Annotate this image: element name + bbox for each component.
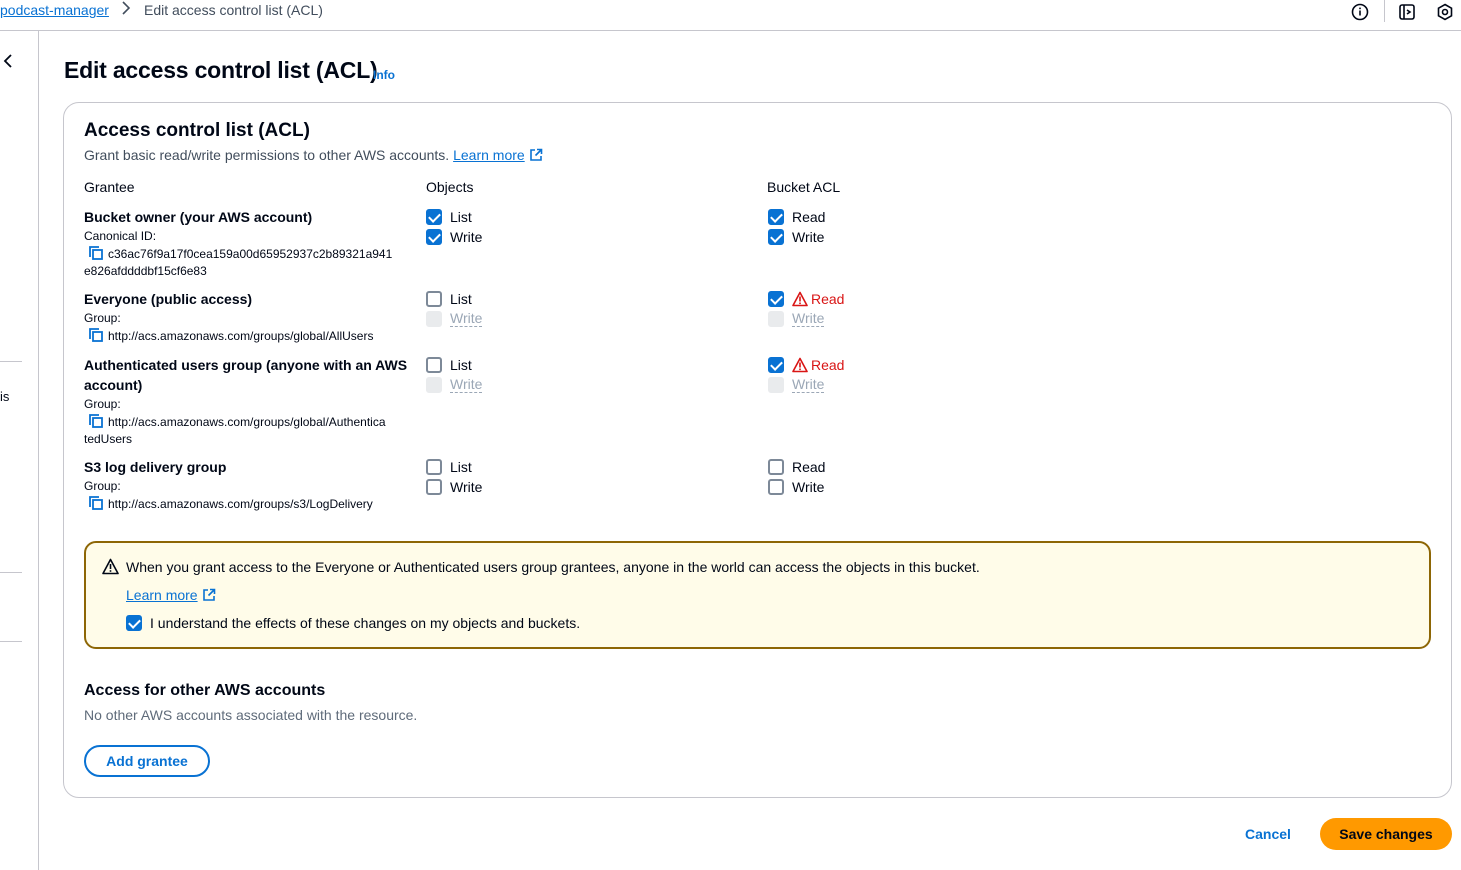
- save-changes-button[interactable]: Save changes: [1320, 818, 1452, 850]
- checkbox[interactable]: [426, 479, 442, 495]
- owner-objects-write[interactable]: Write: [426, 228, 482, 246]
- top-bar: podcast-manager Edit access control list…: [0, 0, 1461, 31]
- everyone-bucket-read[interactable]: Read: [768, 290, 844, 308]
- grantee-id: http://acs.amazonaws.com/groups/global/A…: [88, 327, 373, 345]
- column-header-objects: Objects: [426, 179, 474, 195]
- warning-text: When you grant access to the Everyone or…: [126, 559, 980, 575]
- authenticated-bucket-write: Write: [768, 376, 825, 394]
- copy-icon[interactable]: [88, 327, 104, 343]
- grantee-id: c36ac76f9a17f0cea159a00d65952937c2b89321…: [88, 245, 392, 263]
- checkbox[interactable]: [426, 291, 442, 307]
- checkbox[interactable]: [426, 209, 442, 225]
- other-accounts-description: No other AWS accounts associated with th…: [84, 707, 418, 723]
- column-header-grantee: Grantee: [84, 179, 135, 195]
- everyone-objects-write: Write: [426, 310, 483, 328]
- rail-divider: [0, 361, 22, 362]
- grantee-id: http://acs.amazonaws.com/groups/s3/LogDe…: [88, 495, 373, 513]
- other-accounts-title: Access for other AWS accounts: [84, 682, 326, 699]
- info-link[interactable]: Info: [373, 68, 395, 82]
- owner-bucket-write[interactable]: Write: [768, 228, 824, 246]
- grantee-name: Authenticated users group (anyone with a…: [84, 357, 408, 373]
- authenticated-objects-write: Write: [426, 376, 483, 394]
- breadcrumb-current: Edit access control list (ACL): [144, 2, 323, 18]
- logdelivery-bucket-write[interactable]: Write: [768, 478, 824, 496]
- cancel-button[interactable]: Cancel: [1233, 818, 1303, 850]
- acl-description-text: Grant basic read/write permissions to ot…: [84, 147, 450, 163]
- add-grantee-button[interactable]: Add grantee: [84, 745, 210, 777]
- acl-section-title: Access control list (ACL): [84, 120, 310, 141]
- left-rail: is: [0, 31, 39, 870]
- learn-more-link[interactable]: Learn more: [453, 147, 543, 163]
- checkbox[interactable]: [768, 209, 784, 225]
- warning-icon: [102, 558, 119, 575]
- page-title: Edit access control list (ACL): [64, 57, 378, 83]
- grantee-id-label: Canonical ID:: [84, 229, 157, 243]
- grantee-id-label: Group:: [84, 311, 121, 325]
- rail-divider: [0, 572, 22, 573]
- checkbox[interactable]: [126, 615, 142, 631]
- breadcrumb-separator: [121, 1, 131, 19]
- copy-icon[interactable]: [88, 413, 104, 429]
- chevron-right-icon: [122, 1, 131, 15]
- acknowledge-checkbox[interactable]: I understand the effects of these change…: [126, 614, 580, 632]
- checkbox-disabled: [768, 377, 784, 393]
- acl-section-description: Grant basic read/write permissions to ot…: [84, 147, 543, 163]
- warning-alert: [84, 541, 1431, 649]
- grantee-id-label: Group:: [84, 479, 121, 493]
- checkbox[interactable]: [768, 459, 784, 475]
- copy-icon[interactable]: [88, 495, 104, 511]
- checkbox-disabled: [426, 377, 442, 393]
- warning-icon: [792, 357, 808, 373]
- column-header-bucket-acl: Bucket ACL: [767, 179, 841, 195]
- logdelivery-bucket-read[interactable]: Read: [768, 458, 825, 476]
- rail-partial-text: is: [0, 389, 10, 404]
- grantee-id-continued: tedUsers: [84, 432, 133, 446]
- checkbox[interactable]: [768, 357, 784, 373]
- chevron-left-icon[interactable]: [2, 53, 14, 69]
- logdelivery-objects-write[interactable]: Write: [426, 478, 482, 496]
- breadcrumb-parent-link[interactable]: podcast-manager: [0, 2, 109, 18]
- warning-learn-more-link[interactable]: Learn more: [126, 587, 216, 603]
- everyone-objects-list[interactable]: List: [426, 290, 472, 308]
- panel-icon[interactable]: [1398, 3, 1416, 21]
- checkbox[interactable]: [768, 479, 784, 495]
- copy-icon[interactable]: [88, 245, 104, 261]
- settings-hex-icon[interactable]: [1436, 3, 1454, 21]
- info-circle-icon[interactable]: [1351, 3, 1369, 21]
- external-link-icon: [529, 148, 542, 161]
- authenticated-bucket-read[interactable]: Read: [768, 356, 844, 374]
- authenticated-objects-list[interactable]: List: [426, 356, 472, 374]
- top-divider: [1384, 0, 1385, 22]
- grantee-name: Everyone (public access): [84, 291, 253, 307]
- external-link-icon: [202, 588, 215, 601]
- checkbox[interactable]: [768, 229, 784, 245]
- grantee-name: S3 log delivery group: [84, 459, 227, 475]
- checkbox-disabled: [426, 311, 442, 327]
- grantee-id-continued: e826afddddbf15cf6e83: [84, 264, 207, 278]
- grantee-name-continued: account): [84, 377, 143, 393]
- logdelivery-objects-list[interactable]: List: [426, 458, 472, 476]
- checkbox[interactable]: [426, 229, 442, 245]
- checkbox[interactable]: [426, 459, 442, 475]
- grantee-id: http://acs.amazonaws.com/groups/global/A…: [88, 413, 386, 431]
- rail-divider: [0, 641, 22, 642]
- warning-icon: [792, 291, 808, 307]
- grantee-name: Bucket owner (your AWS account): [84, 209, 313, 225]
- grantee-id-label: Group:: [84, 397, 121, 411]
- owner-bucket-read[interactable]: Read: [768, 208, 825, 226]
- checkbox[interactable]: [426, 357, 442, 373]
- checkbox-disabled: [768, 311, 784, 327]
- everyone-bucket-write: Write: [768, 310, 825, 328]
- owner-objects-list[interactable]: List: [426, 208, 472, 226]
- checkbox[interactable]: [768, 291, 784, 307]
